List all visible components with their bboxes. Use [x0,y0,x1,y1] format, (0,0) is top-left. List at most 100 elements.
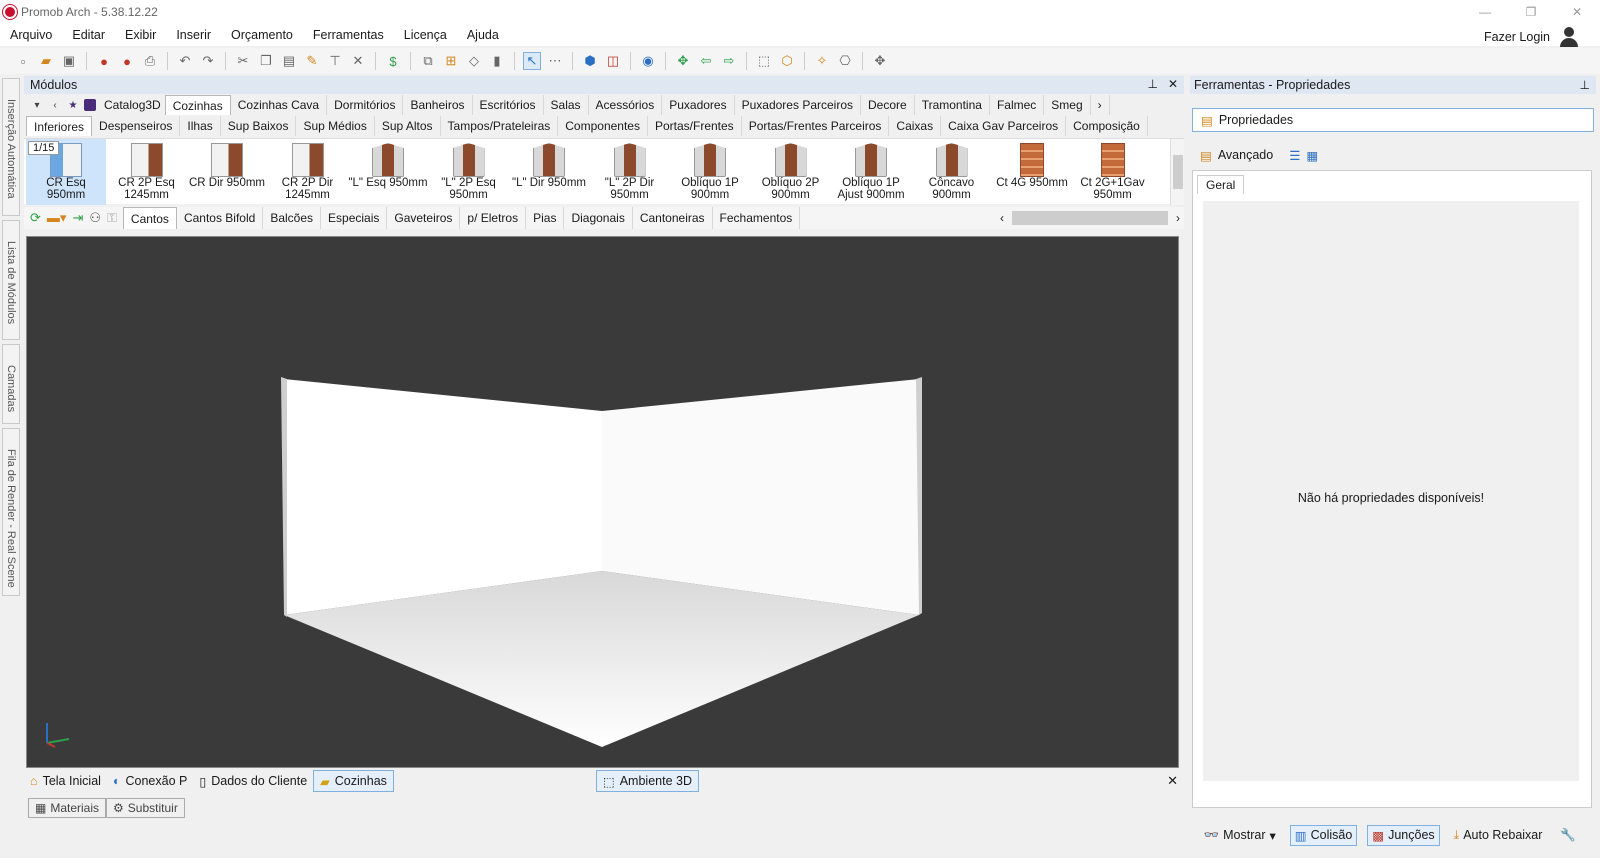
arrow-right-icon[interactable]: ⇨ [720,52,738,70]
cube-icon[interactable]: ⬡ [778,52,796,70]
paint-icon[interactable]: ✎ [303,52,321,70]
menu-arquivo[interactable]: Arquivo [0,28,62,42]
tab-inferiores[interactable]: Inferiores [26,116,93,136]
binoculars-icon[interactable]: ⚇ [89,210,101,226]
toggle-mostrar[interactable]: 👓 Mostrar ▾ [1200,826,1280,845]
tab-caixa-gav-parceiros[interactable]: Caixa Gav Parceiros [941,116,1067,136]
copy-icon[interactable]: ❐ [257,52,275,70]
doc-tab-conexao[interactable]: ◐ Conexão P [107,770,193,792]
module-thumbnail[interactable]: Ct 4G 950mm [992,139,1072,205]
tab-fila-de-render[interactable]: Fila de Render - Real Scene [2,428,20,596]
select-cursor-icon[interactable]: ↖ [523,52,541,70]
module-thumbnail[interactable]: Côncavo 900mm [912,139,992,205]
maximize-button[interactable]: ❐ [1508,0,1554,24]
thumbnails-scrollbar[interactable] [1170,139,1184,205]
measure-icon[interactable]: ⋯ [546,52,564,70]
doc-tab-cozinhas[interactable]: ▰ Cozinhas [313,770,394,792]
module-thumbnail[interactable]: "L" 2P Esq 950mm [429,139,509,205]
tab-escritorios[interactable]: Escritórios [473,95,544,115]
tab-gaveteiros[interactable]: Gaveteiros [387,207,461,229]
list-view-icon[interactable]: ☰ [1289,148,1300,163]
tab-composicao[interactable]: Composição [1066,116,1148,136]
menu-inserir[interactable]: Inserir [166,28,221,42]
group-icon[interactable]: ⧉ [419,52,437,70]
ruler-icon[interactable]: ▬▾ [47,210,67,226]
tab-decore[interactable]: Decore [861,95,915,115]
cut-icon[interactable]: ✂ [234,52,252,70]
star-icon[interactable]: ★ [66,98,80,112]
shield-icon[interactable]: ⬢ [581,52,599,70]
module-thumbnail[interactable]: Oblíquo 2P 900mm [751,139,831,205]
tab-cantos[interactable]: Cantos [122,207,177,229]
advanced-label[interactable]: Avançado [1218,148,1273,162]
chevron-left-icon[interactable]: ‹ [48,98,62,112]
chevron-left-icon[interactable]: ‹ [1000,211,1004,225]
tab-ilhas[interactable]: Ilhas [180,116,221,136]
eye-icon[interactable]: ◉ [639,52,657,70]
menu-licenca[interactable]: Licença [394,28,457,42]
insert-icon[interactable]: ⇥ [72,210,83,226]
view-box-icon[interactable]: ⬚ [755,52,773,70]
delete-icon[interactable]: ✕ [349,52,367,70]
shape-icon[interactable]: ◇ [465,52,483,70]
pin-icon[interactable]: ⊥ [1580,78,1590,92]
minimize-button[interactable]: — [1462,0,1508,24]
tab-geral[interactable]: Geral [1197,175,1245,194]
tab-cantos-bifold[interactable]: Cantos Bifold [177,207,264,229]
close-document-icon[interactable]: ✕ [1167,773,1178,789]
tab-p-eletros[interactable]: p/ Eletros [460,207,527,229]
tab-sup-baixos[interactable]: Sup Baixos [221,116,297,136]
tab-portas-frentes[interactable]: Portas/Frentes [648,116,742,136]
doc-tab-tela-inicial[interactable]: ⌂ Tela Inicial [24,770,107,792]
open-folder-icon[interactable]: ▰ [37,52,55,70]
refresh-icon[interactable]: ⟳ [30,210,41,226]
tab-insercao-automatica[interactable]: Inserção Automática [2,78,20,216]
pin-icon[interactable]: ⊥ [1147,77,1157,91]
module-thumbnail[interactable]: CR Dir 950mm [187,139,267,205]
module-thumbnail[interactable]: "L" Dir 950mm [509,139,589,205]
module-thumbnail[interactable]: "L" Esq 950mm [348,139,428,205]
tab-sup-medios[interactable]: Sup Médios [296,116,375,136]
camera-icon[interactable]: ⎔ [836,52,854,70]
tab-tampos-prateleiras[interactable]: Tampos/Prateleiras [441,116,559,136]
light-icon[interactable]: ✧ [813,52,831,70]
doc-tab-dados-cliente[interactable]: ▯ Dados do Cliente [193,770,313,792]
new-file-icon[interactable]: ▫ [14,52,32,70]
paste-icon[interactable]: ▤ [280,52,298,70]
tab-pias[interactable]: Pias [526,207,565,229]
tab-caixas[interactable]: Caixas [889,116,942,136]
tab-diagonais[interactable]: Diagonais [564,207,633,229]
menu-exibir[interactable]: Exibir [115,28,166,42]
menu-editar[interactable]: Editar [62,28,115,42]
close-window-button[interactable]: ✕ [1554,0,1600,24]
tab-componentes[interactable]: Componentes [558,116,648,136]
lock-icon[interactable]: ⚿ [107,210,117,226]
render-icon[interactable]: ● [95,52,113,70]
module-thumbnail[interactable]: Oblíquo 1P Ajust 900mm [831,139,911,205]
group-tabs-scrollbar[interactable]: ‹ › [1000,210,1180,226]
login-area[interactable]: Fazer Login [1484,26,1580,48]
menu-orcamento[interactable]: Orçamento [221,28,303,42]
login-label[interactable]: Fazer Login [1484,30,1550,44]
3d-viewport[interactable] [26,236,1179,768]
dropdown-icon[interactable]: ▾ [30,98,44,112]
tab-tramontina[interactable]: Tramontina [915,95,990,115]
arrow-left-icon[interactable]: ⇦ [697,52,715,70]
catalog-label[interactable]: Catalog3D [104,98,161,112]
module-thumbnail[interactable]: Ct 2G+1Gav 950mm [1073,139,1153,205]
tab-sup-altos[interactable]: Sup Altos [375,116,441,136]
chevron-right-icon[interactable]: › [1091,95,1110,115]
redo-icon[interactable]: ↷ [199,52,217,70]
toggle-juncoes[interactable]: ▩ Junções [1367,824,1440,846]
undo-icon[interactable]: ↶ [176,52,194,70]
save-icon[interactable]: ▣ [60,52,78,70]
module-thumbnail[interactable]: CR 2P Esq 1245mm [107,139,187,205]
wall-icon[interactable]: ▮ [488,52,506,70]
close-panel-icon[interactable]: ✕ [1168,77,1178,91]
grid-view-icon[interactable]: ▦ [1306,148,1318,163]
print-icon[interactable]: ⎙ [141,52,159,70]
tab-despenseiros[interactable]: Despenseiros [92,116,181,136]
tab-fechamentos[interactable]: Fechamentos [713,207,801,229]
tab-especiais[interactable]: Especiais [321,207,388,229]
tab-puxadores[interactable]: Puxadores [662,95,735,115]
